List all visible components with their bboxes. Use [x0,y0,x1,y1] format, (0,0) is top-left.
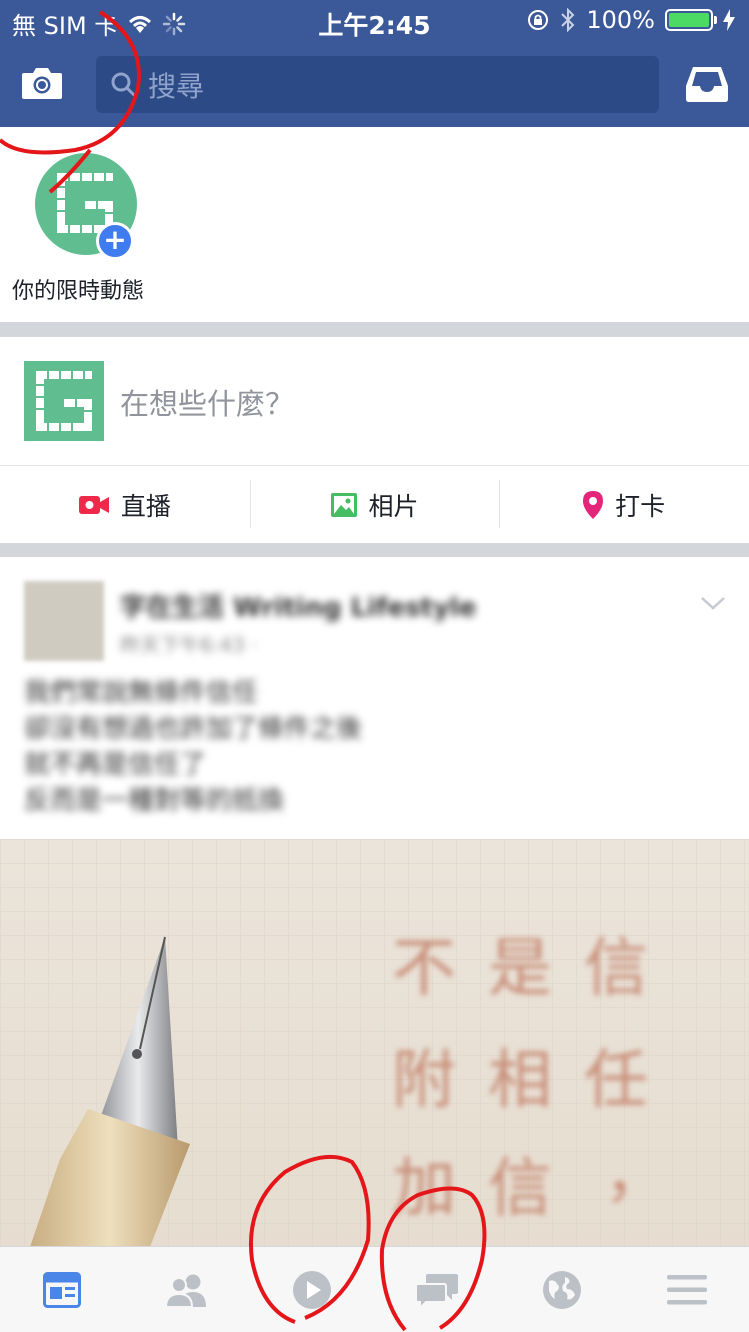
post-line: 就不再是信任了 [24,750,207,780]
check-in-button[interactable]: 打卡 [499,466,749,543]
tab-friends[interactable] [125,1247,250,1332]
search-input[interactable]: 搜尋 [96,56,659,113]
photo-label: 相片 [368,491,419,521]
video-play-icon [293,1270,332,1309]
handwriting-char: 信 [488,1152,552,1226]
chevron-down-icon[interactable] [700,595,726,611]
post-timestamp[interactable]: 昨天下午6:43 · [120,629,258,658]
handwriting-char: 加 [392,1152,456,1226]
post-line: 卻沒有想過也許加了條件之後 [24,714,363,744]
status-bar: 無 SIM 卡 上午2:45 100% [0,0,749,40]
post-author-name[interactable]: 字在生活 Writing Lifestyle [120,587,476,624]
live-video-label: 直播 [120,491,171,521]
bluetooth-icon [561,7,575,33]
chat-bubbles-icon [414,1273,458,1310]
handwriting-char: 是 [488,932,552,1006]
post-body: 我們常說無條件信任 卻沒有想過也許加了條件之後 就不再是信任了 反而是一種對等的… [24,675,362,819]
charging-bolt-icon [723,9,735,31]
section-divider [0,543,749,557]
composer-actions: 直播 相片 打卡 [0,466,749,543]
check-in-label: 打卡 [615,491,666,521]
tab-notifications[interactable] [499,1247,624,1332]
live-video-button[interactable]: 直播 [0,466,250,543]
check-in-icon [583,490,604,519]
handwriting-char: 附 [392,1044,456,1118]
plus-icon: + [103,223,127,256]
tab-video[interactable] [250,1247,375,1332]
camera-button[interactable] [20,65,64,101]
feed-post: 字在生活 Writing Lifestyle 昨天下午6:43 · 我們常說無條… [0,557,749,1247]
search-icon [111,72,137,97]
hamburger-menu-icon [666,1274,707,1304]
handwriting-char: 相 [488,1044,552,1118]
top-bar: 無 SIM 卡 上午2:45 100% 搜尋 [0,0,749,127]
rotation-lock-icon [528,10,549,30]
friends-icon [165,1274,207,1307]
add-story-badge[interactable]: + [96,222,134,260]
tab-news-feed[interactable] [0,1247,125,1332]
tab-menu[interactable] [624,1247,749,1332]
handwriting-char: 不 [392,932,456,1006]
post-composer: 在想些什麼？ 直播 相片 打卡 [0,337,749,543]
globe-icon [542,1270,581,1309]
fountain-pen-image [30,936,190,1247]
inbox-button[interactable] [684,64,730,104]
photo-button[interactable]: 相片 [249,466,500,543]
camera-icon [22,68,62,99]
battery-percent: 100% [586,6,655,34]
section-divider [0,322,749,337]
search-placeholder: 搜尋 [148,69,205,103]
composer-avatar [24,361,104,441]
news-feed-icon [43,1271,82,1308]
handwriting-char: ， [604,1138,668,1212]
stories-tray: + 你的限時動態 [0,127,749,322]
handwriting-char: 信 [584,932,648,1006]
photo-icon [330,492,357,517]
live-video-icon [78,495,109,514]
post-photo[interactable]: 不 是 信 附 相 任 加 信 ， [0,839,749,1247]
post-line: 我們常說無條件信任 [24,678,259,708]
post-line: 反而是一種對等的抵換 [24,786,285,816]
bottom-tab-bar [0,1246,749,1332]
post-author-avatar[interactable] [24,581,104,661]
own-story-label: 你的限時動態 [12,279,145,304]
page-logo-icon [36,371,92,431]
tab-messages[interactable] [374,1247,499,1332]
inbox-icon [686,67,728,102]
handwriting-char: 任 [584,1044,648,1118]
composer-input[interactable]: 在想些什麼？ [120,381,294,423]
battery-icon [665,9,717,31]
